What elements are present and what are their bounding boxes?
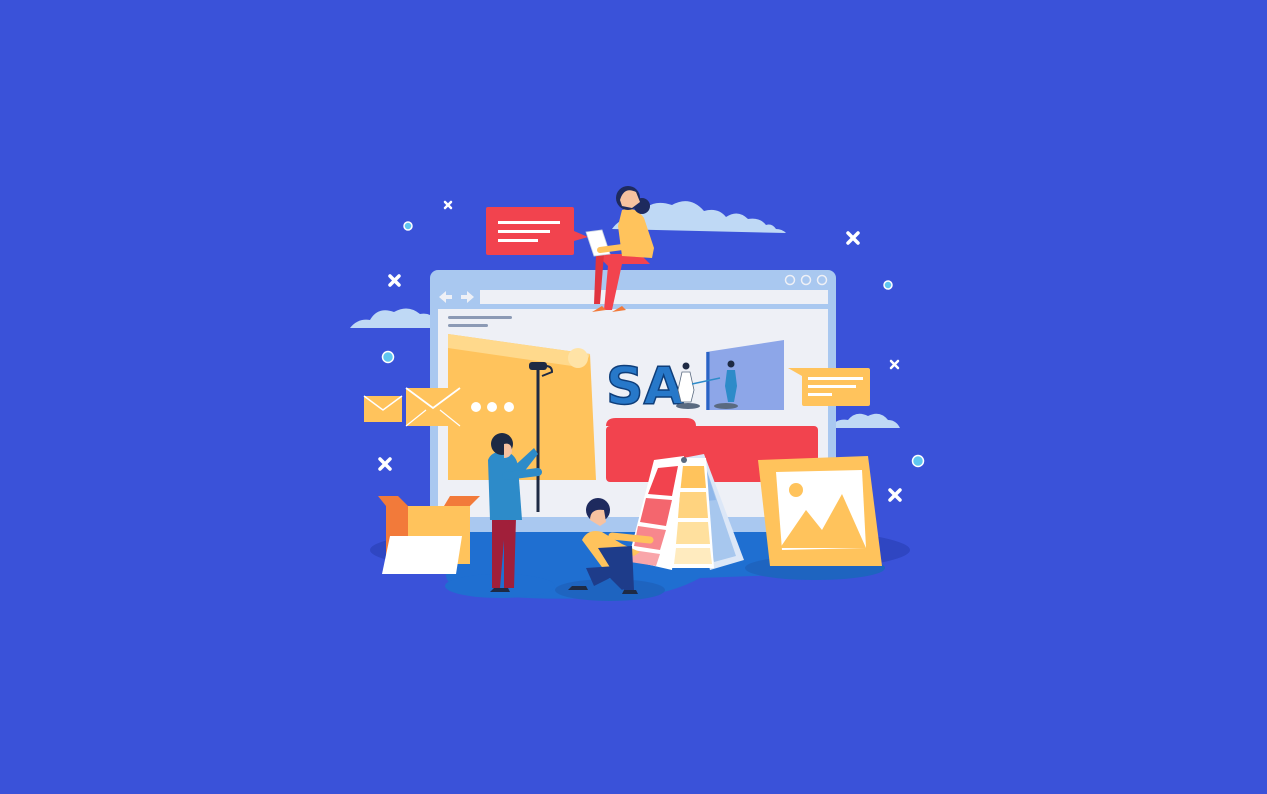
text-line bbox=[448, 324, 488, 327]
circle-dot-icon bbox=[883, 280, 893, 290]
logo-text: SA bbox=[606, 357, 684, 417]
circle-dot-icon bbox=[911, 454, 925, 468]
more-dots-icon bbox=[471, 402, 514, 412]
illustration-stage: SA bbox=[0, 0, 1267, 794]
chat-bubble-icon bbox=[486, 207, 588, 255]
image-placeholder-icon bbox=[758, 456, 882, 566]
circle-dot-icon bbox=[403, 221, 413, 231]
box-icon bbox=[378, 496, 480, 574]
text-line bbox=[448, 316, 512, 319]
web-design-illustration: SA bbox=[0, 0, 1267, 794]
address-bar bbox=[480, 290, 828, 304]
envelope-icon bbox=[405, 387, 461, 427]
envelope-icon bbox=[363, 395, 403, 422]
circle-dot-icon bbox=[381, 350, 395, 364]
